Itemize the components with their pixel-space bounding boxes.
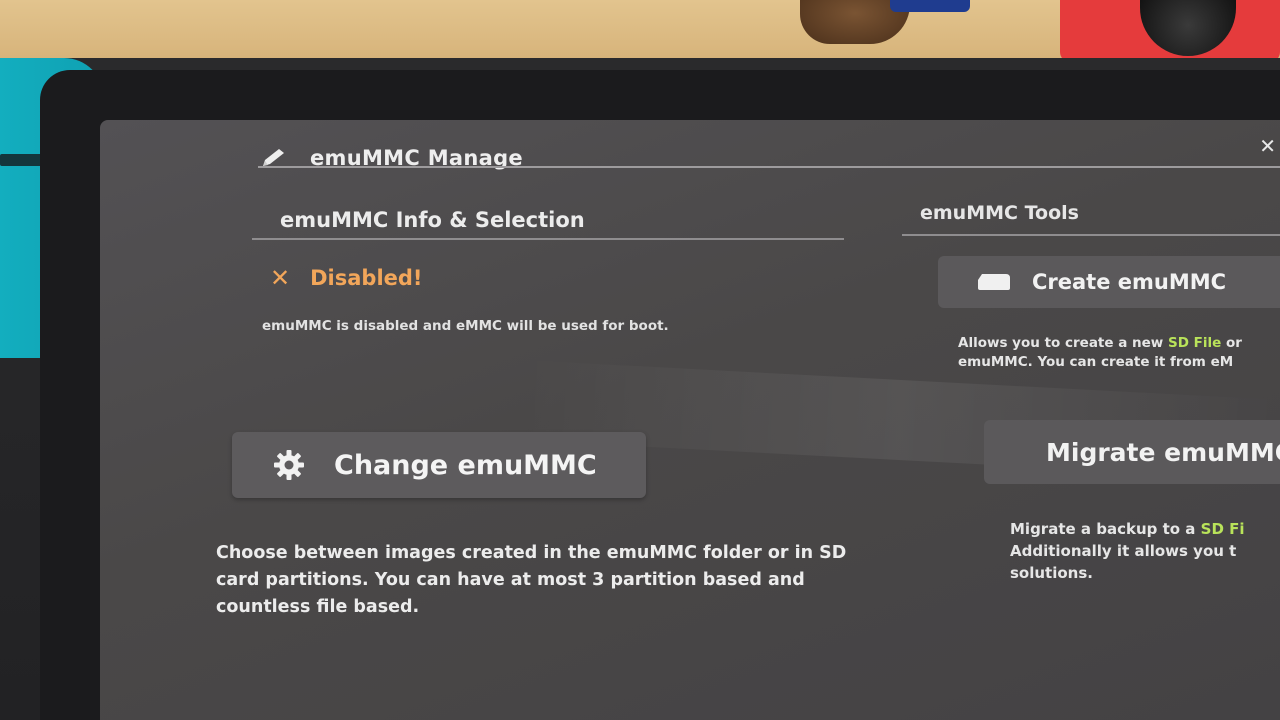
table-object-blue [890,0,970,12]
info-section-title: emuMMC Info & Selection [280,208,585,232]
status-description: emuMMC is disabled and eMMC will be used… [262,318,669,334]
change-emummc-description: Choose between images created in the emu… [216,543,847,617]
create-desc-line1: Allows you to create a new SD File or [958,335,1242,351]
header: emuMMC Manage [260,136,1280,180]
change-emummc-label: Change emuMMC [334,449,597,481]
info-section-divider [252,238,844,240]
screen: emuMMC Manage ✕ emuMMC Info & Selection … [100,120,1280,720]
tools-section-title: emuMMC Tools [920,202,1079,224]
gear-icon [274,450,304,480]
header-divider [258,166,1280,168]
change-emummc-button[interactable]: Change emuMMC [232,432,646,498]
back-icon[interactable]: ✕ [1259,134,1276,158]
migrate-desc-line3: solutions. [1010,564,1093,582]
migrate-emummc-label: Migrate emuMMC [1046,437,1280,467]
sdcard-icon [978,274,1010,290]
right-joycon-stick [1140,0,1236,56]
status-label: Disabled! [310,266,423,290]
x-icon: ✕ [270,264,291,292]
migrate-emummc-button[interactable]: Migrate emuMMC [984,420,1280,484]
status-row: ✕ Disabled! [270,264,423,292]
tools-section-divider [902,234,1280,236]
create-emummc-button[interactable]: Create emuMMC [938,256,1280,308]
create-emummc-description: Allows you to create a new SD File or em… [958,334,1280,372]
migrate-desc-line2: Additionally it allows you t [1010,542,1237,560]
create-emummc-label: Create emuMMC [1032,270,1227,294]
migrate-emummc-description: Migrate a backup to a SD Fi Additionally… [1010,518,1280,584]
create-desc-line2: emuMMC. You can create it from eM [958,354,1234,370]
migrate-desc-line1: Migrate a backup to a SD Fi [1010,520,1245,538]
right-joycon [1060,0,1280,62]
